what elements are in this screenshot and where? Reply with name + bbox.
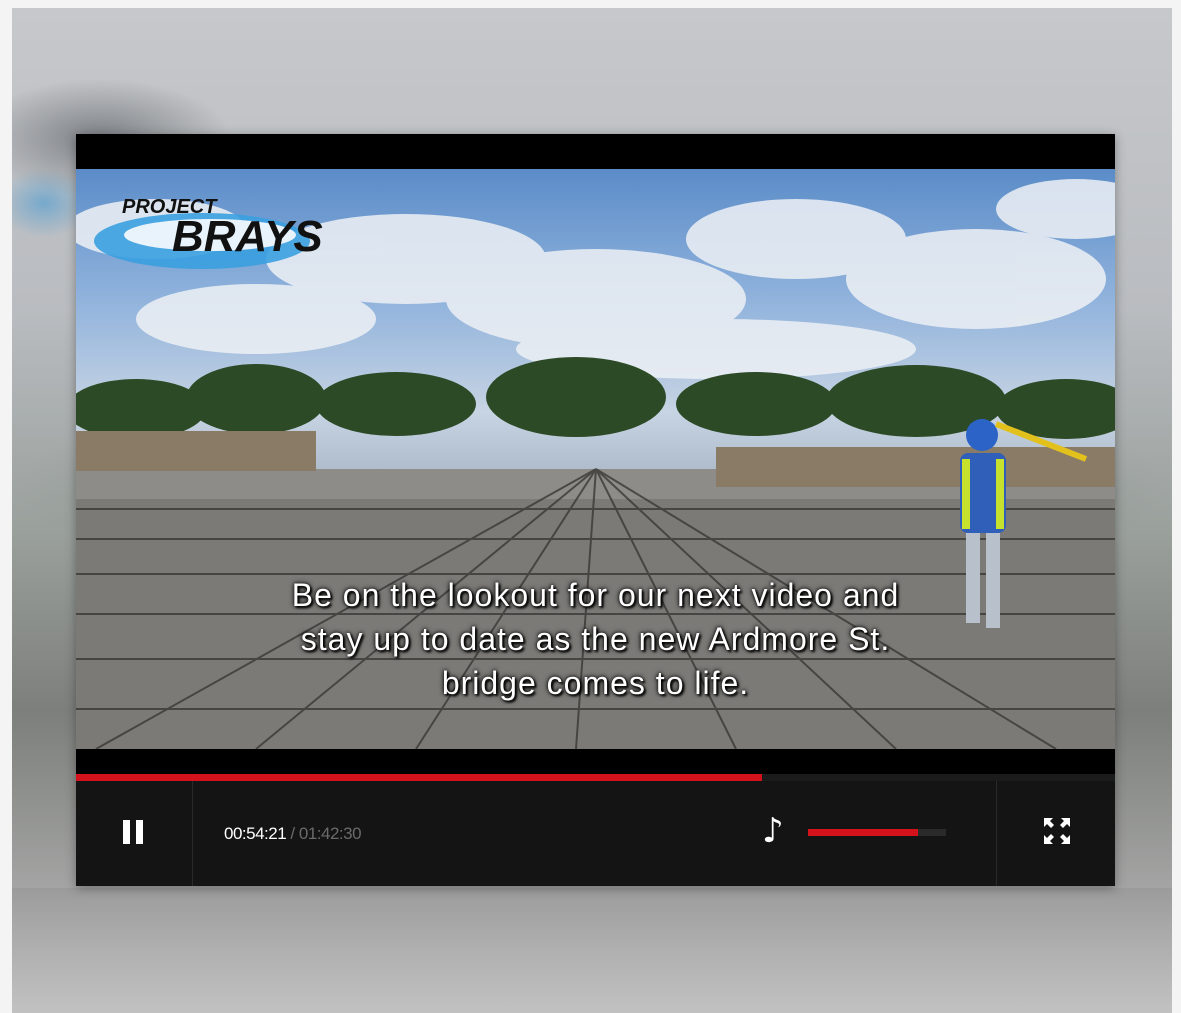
music-note-icon[interactable]: ♪ (762, 811, 784, 851)
volume-level (808, 829, 919, 836)
pause-button[interactable] (76, 781, 193, 886)
seek-bar[interactable] (76, 774, 1115, 781)
subtitle-line: Be on the lookout for our next video and (291, 577, 900, 613)
control-bar: 00:54:21 / 01:42:30 ♪ (76, 781, 1115, 886)
project-brays-logo: PROJECT BRAYS (94, 196, 323, 269)
time-separator: / (286, 824, 299, 843)
subtitle-line: stay up to date as the new Ardmore St. (300, 621, 891, 657)
subtitle-line: bridge comes to life. (441, 665, 750, 701)
video-player[interactable]: PROJECT BRAYS Be on the lookout for our … (76, 134, 1115, 886)
fullscreen-icon (1044, 818, 1070, 844)
fullscreen-button[interactable] (996, 781, 1116, 886)
current-time: 00:54:21 (224, 824, 287, 843)
seek-bar-progress (76, 774, 762, 781)
subtitle-caption: Be on the lookout for our next video and… (76, 573, 1115, 705)
volume-slider[interactable] (808, 829, 946, 836)
video-frame[interactable]: PROJECT BRAYS Be on the lookout for our … (76, 169, 1115, 749)
total-time: 01:42:30 (298, 824, 362, 843)
background-blur-shape (12, 888, 1172, 1013)
time-display: 00:54:21 / 01:42:30 (224, 824, 362, 844)
logo-brays-text: BRAYS (172, 212, 323, 261)
